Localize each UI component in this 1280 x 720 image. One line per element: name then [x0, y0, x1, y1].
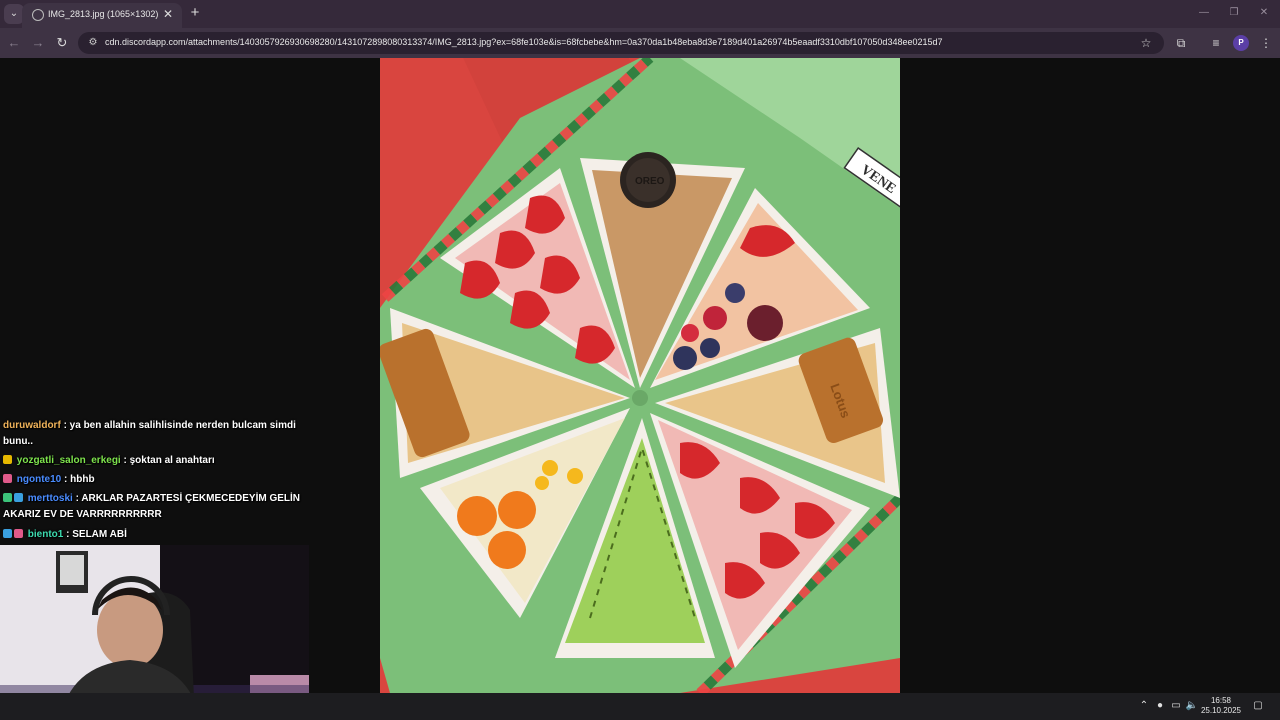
badge-icon: [3, 474, 12, 483]
chat-username: yozgatli_salon_erkegi: [16, 455, 121, 466]
volume-icon[interactable]: 🔈: [1184, 698, 1200, 714]
dessert-box-photo[interactable]: VENE OREO Lotus: [380, 58, 900, 693]
address-bar[interactable]: ⚙ cdn.discordapp.com/attachments/1403057…: [78, 32, 1164, 54]
minimize-icon[interactable]: —: [1191, 4, 1217, 22]
microphone-icon[interactable]: ●: [1152, 698, 1168, 714]
globe-icon: [32, 9, 44, 21]
chevron-up-icon[interactable]: ⌃: [1136, 698, 1152, 714]
chat-username: merttoski: [27, 493, 73, 504]
badge-icon: [3, 455, 12, 464]
tab-list-icon[interactable]: ⌄: [4, 4, 24, 24]
extensions-icon[interactable]: ⧉: [1171, 33, 1191, 53]
chat-message: ngonte10 : hbhb: [3, 472, 303, 488]
chat-message: merttoski : ARKLAR PAZARTESİ ÇEKMECEDEYİ…: [3, 491, 303, 523]
network-icon[interactable]: ▭: [1168, 698, 1184, 714]
system-clock[interactable]: 16:58 25.10.2025: [1200, 696, 1242, 716]
notification-icon[interactable]: ▢: [1250, 698, 1266, 714]
clock-date: 25.10.2025: [1200, 706, 1242, 715]
chat-text: : şoktan al anahtarı: [123, 455, 215, 466]
tab-close-icon[interactable]: ✕: [160, 6, 176, 22]
browser-tab[interactable]: IMG_2813.jpg (1065×1302) ✕: [22, 3, 182, 28]
chat-username: ngonte10: [16, 474, 62, 485]
close-window-icon[interactable]: ✕: [1251, 4, 1277, 22]
badge-icon: [3, 529, 12, 538]
badge-icon: [3, 493, 12, 502]
chat-username: biento1: [27, 529, 64, 540]
star-icon[interactable]: ☆: [1138, 35, 1154, 51]
forward-icon[interactable]: →: [28, 33, 48, 53]
chat-message: biento1 : SELAM ABİ: [3, 527, 303, 543]
badge-icon: [14, 493, 23, 502]
profile-icon[interactable]: P: [1233, 35, 1249, 51]
back-icon[interactable]: ←: [4, 33, 24, 53]
tab-title: IMG_2813.jpg (1065×1302): [48, 9, 159, 19]
menu-icon[interactable]: ⋮: [1256, 33, 1276, 53]
tab-strip: ⌄ IMG_2813.jpg (1065×1302) ✕ + — ❐ ✕: [0, 0, 1280, 28]
chat-text: : hbhb: [64, 474, 95, 485]
media-queue-icon[interactable]: ≡: [1206, 33, 1226, 53]
badge-icon: [14, 529, 23, 538]
reload-icon[interactable]: ↻: [52, 33, 72, 53]
new-tab-button[interactable]: +: [186, 4, 204, 22]
browser-toolbar: ← → ↻ ⚙ cdn.discordapp.com/attachments/1…: [0, 28, 1280, 58]
cookie-text: OREO: [635, 176, 665, 187]
clock-time: 16:58: [1210, 696, 1232, 705]
restore-icon[interactable]: ❐: [1221, 4, 1247, 22]
os-taskbar: ⌃ ● ▭ 🔈 16:58 25.10.2025 ▢: [0, 693, 1280, 720]
chat-message: duruwaldorf : ya ben allahin salihlisind…: [3, 418, 303, 450]
chat-username: duruwaldorf: [3, 420, 61, 431]
url-text[interactable]: cdn.discordapp.com/attachments/140305792…: [105, 37, 943, 47]
chat-text: : SELAM ABİ: [66, 529, 127, 540]
chat-message: yozgatli_salon_erkegi : şoktan al anahta…: [3, 453, 303, 469]
dessert-box-illustration: VENE OREO Lotus: [380, 58, 900, 693]
site-info-icon[interactable]: ⚙: [86, 36, 100, 50]
